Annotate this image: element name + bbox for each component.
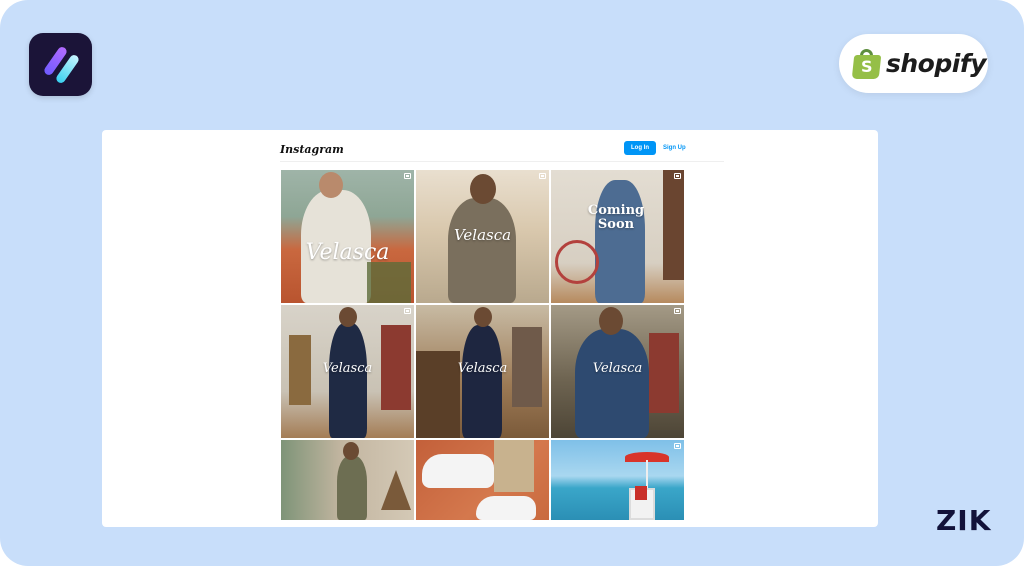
model-figure: [595, 180, 645, 303]
post-overlay-text: Velasca: [592, 361, 643, 376]
model-head: [599, 307, 623, 335]
model-head: [474, 307, 492, 327]
post-tile-6[interactable]: Velasca: [551, 305, 684, 438]
sneaker-left: [422, 454, 494, 488]
model-head: [343, 442, 359, 460]
post-overlay-text: Velasca: [457, 361, 508, 376]
model-head: [470, 174, 496, 204]
post-tile-5[interactable]: Velasca: [416, 305, 549, 438]
model-figure: [329, 323, 367, 438]
lifeguard: [635, 486, 647, 500]
zik-logo: ZIK: [936, 504, 992, 537]
model-figure: [462, 325, 502, 438]
carousel-badge-icon: [404, 173, 411, 179]
post-tile-8[interactable]: [416, 440, 549, 520]
post-tile-4[interactable]: Velasca: [281, 305, 414, 438]
instagram-logo[interactable]: Instagram: [280, 143, 344, 156]
instagram-page-screenshot: Instagram Log In Sign Up Velasca Velasca: [102, 130, 878, 527]
carousel-badge-icon: [674, 308, 681, 314]
model-ship: [381, 470, 411, 510]
post-tile-2[interactable]: Velasca: [416, 170, 549, 303]
carousel-badge-icon: [539, 173, 546, 179]
doorway: [663, 170, 684, 280]
model-head: [319, 172, 343, 198]
post-overlay-text: Velasca: [305, 240, 390, 265]
signup-link[interactable]: Sign Up: [663, 141, 686, 155]
trouser-leg: [494, 440, 534, 492]
promo-background: S shopify Instagram Log In Sign Up Velas…: [0, 0, 1024, 566]
model-head: [339, 307, 357, 327]
instagram-header: Instagram Log In Sign Up: [280, 130, 724, 162]
model-figure: [337, 456, 367, 520]
model-figure: [448, 198, 516, 303]
shopify-bag-letter: S: [861, 56, 873, 76]
post-grid: Velasca Velasca Coming Soon Velasca Vela…: [281, 170, 685, 520]
carousel-badge-icon: [674, 443, 681, 449]
post-tile-1[interactable]: Velasca: [281, 170, 414, 303]
app-logo-icon: [29, 33, 92, 96]
post-tile-3[interactable]: Coming Soon: [551, 170, 684, 303]
bicycle-wheel: [555, 240, 599, 284]
post-overlay-text: Velasca: [322, 361, 373, 376]
shopify-wordmark: shopify: [886, 49, 987, 78]
model-figure: [575, 329, 649, 438]
shopify-bag-icon: S: [851, 48, 882, 79]
post-tile-7[interactable]: [281, 440, 414, 520]
login-button[interactable]: Log In: [624, 141, 656, 155]
carousel-badge-icon: [674, 173, 681, 179]
post-tile-9[interactable]: [551, 440, 684, 520]
shopify-badge: S shopify: [839, 34, 988, 93]
sneaker-right: [476, 496, 536, 520]
post-overlay-text: Velasca: [453, 226, 512, 244]
post-overlay-text: Coming Soon: [587, 203, 645, 232]
chair: [367, 262, 411, 303]
carousel-badge-icon: [404, 308, 411, 314]
